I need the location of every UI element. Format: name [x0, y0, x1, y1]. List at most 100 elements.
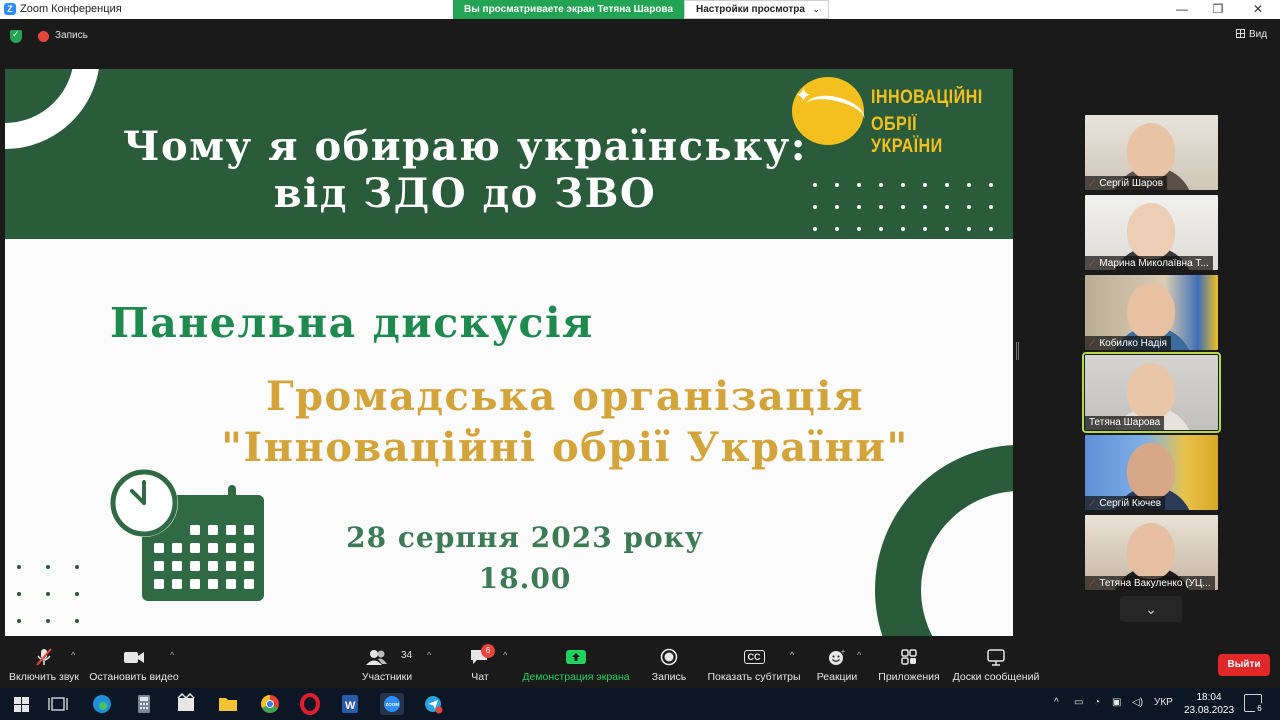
reactions-options-chevron-icon[interactable]: ^: [857, 650, 861, 660]
whiteboards-label: Доски сообщений: [952, 671, 1040, 683]
calendar-cell: [172, 579, 182, 589]
participant-name: Марина Миколаївна Т...: [1099, 258, 1209, 269]
organization-name: Громадська організація "Інноваційні обрі…: [180, 371, 950, 473]
video-editor-icon[interactable]: [174, 692, 198, 715]
unmute-button[interactable]: Включить звук: [4, 638, 84, 688]
apps-label: Приложения: [878, 671, 940, 683]
telegram-icon[interactable]: [422, 693, 446, 715]
stop-video-label: Остановить видео: [89, 671, 179, 683]
participant-tile[interactable]: ⟋ Марина Миколаївна Т...: [1085, 195, 1218, 270]
file-explorer-icon[interactable]: [216, 693, 240, 715]
tray-overflow-chevron-icon[interactable]: ^: [1054, 697, 1059, 708]
participant-video-face: [1127, 203, 1175, 259]
leave-meeting-button[interactable]: Выйти: [1218, 654, 1270, 676]
volume-icon[interactable]: ◁): [1132, 697, 1143, 708]
decorative-dot: [967, 183, 971, 187]
minimize-icon[interactable]: —: [1164, 0, 1200, 19]
organization-line1: Громадська організація: [265, 373, 865, 420]
audio-options-chevron-icon[interactable]: ^: [71, 650, 75, 660]
calendar-cell: [244, 561, 254, 571]
edge-browser-icon[interactable]: [90, 693, 114, 715]
window-title: Zoom Конференция: [20, 3, 122, 15]
calendar-cell: [226, 579, 236, 589]
wifi-icon[interactable]: ◔: [1094, 697, 1100, 708]
logo-text-line2: ОБРІЇ УКРАЇНИ: [871, 114, 943, 157]
restore-icon[interactable]: ❐: [1200, 0, 1236, 19]
video-options-chevron-icon[interactable]: ^: [170, 650, 174, 660]
opera-browser-icon[interactable]: [298, 693, 322, 715]
slide-subtitle: Панельна дискусія: [110, 299, 594, 347]
decorative-dot: [945, 183, 949, 187]
decorative-dot: [989, 183, 993, 187]
participant-name: Кобилко Надія: [1099, 338, 1167, 349]
calendar-cell: [226, 561, 236, 571]
record-indicator-label: Запись: [55, 30, 88, 41]
security-shield-icon[interactable]: [10, 29, 22, 43]
view-settings-dropdown[interactable]: Настройки просмотра ⌄: [684, 0, 829, 19]
participant-tile[interactable]: ⟋ Кобилко Надія: [1085, 275, 1218, 350]
mic-muted-icon: ⟋: [1089, 498, 1096, 508]
slide-title-line2: від ЗДО до ЗВО: [273, 170, 657, 217]
decorative-dot: [879, 227, 883, 231]
reactions-button[interactable]: + Реакции: [812, 638, 862, 688]
decorative-dot: [813, 183, 817, 187]
participant-tile[interactable]: ⟋ Сергій Шаров: [1085, 115, 1218, 190]
taskbar-clock[interactable]: 18:04 23.08.2023: [1184, 691, 1234, 717]
decorative-dot: [857, 183, 861, 187]
participants-button[interactable]: Участники: [352, 638, 422, 688]
share-screen-button[interactable]: Демонстрация экрана: [520, 638, 632, 688]
decorative-dot: [923, 205, 927, 209]
decorative-dot: [989, 205, 993, 209]
participant-video-face: [1127, 363, 1175, 419]
record-label: Запись: [651, 671, 687, 683]
chat-options-chevron-icon[interactable]: ^: [503, 650, 507, 660]
chrome-browser-icon[interactable]: [258, 693, 282, 715]
notifications-count: 6: [1254, 703, 1265, 714]
mic-off-icon: [33, 648, 55, 666]
chat-button[interactable]: Чат: [455, 638, 505, 688]
zoom-taskbar-icon[interactable]: ZOOM: [380, 693, 404, 715]
windows-start-icon[interactable]: [10, 693, 34, 715]
record-button[interactable]: Запись: [642, 638, 696, 688]
calendar-cell: [208, 525, 218, 535]
decorative-dot: [75, 592, 79, 596]
task-view-icon[interactable]: [46, 693, 70, 715]
participant-tile[interactable]: ⟋ Сергій Кючев: [1085, 435, 1218, 510]
whiteboards-button[interactable]: Доски сообщений: [950, 638, 1042, 688]
apps-button[interactable]: Приложения: [874, 638, 944, 688]
participant-name-label: ⟋ Тетяна Вакуленко (УЦ...: [1085, 576, 1215, 590]
decorative-dot: [901, 227, 905, 231]
view-layout-button[interactable]: Вид: [1236, 29, 1267, 40]
decorative-dot: [945, 227, 949, 231]
captions-options-chevron-icon[interactable]: ^: [790, 650, 794, 660]
close-icon[interactable]: ✕: [1240, 0, 1276, 19]
calendar-cell: [172, 561, 182, 571]
decorative-dot: [967, 227, 971, 231]
scroll-down-button[interactable]: ⌄: [1120, 596, 1182, 622]
calendar-cell: [154, 543, 164, 553]
meeting-top-strip: Запись Вид: [0, 19, 1280, 51]
clock-time: 18:04: [1196, 692, 1222, 703]
participants-options-chevron-icon[interactable]: ^: [427, 650, 431, 660]
language-indicator[interactable]: УКР: [1154, 697, 1173, 708]
logo-text-line1: ІННОВАЦІЙНІ: [871, 87, 983, 108]
closed-captions-icon: CC: [743, 648, 765, 666]
participant-tile[interactable]: ⟋ Тетяна Вакуленко (УЦ...: [1085, 515, 1218, 590]
participants-label: Участники: [361, 671, 413, 683]
show-captions-button[interactable]: CC Показать субтитры: [706, 638, 802, 688]
participant-name-label: ⟋ Кобилко Надія: [1085, 336, 1171, 350]
show-captions-label: Показать субтитры: [707, 671, 801, 683]
network-device-icon[interactable]: ▭: [1074, 697, 1083, 708]
svg-text:ZOOM: ZOOM: [386, 702, 400, 707]
calculator-icon[interactable]: [132, 693, 156, 715]
decorative-dot: [835, 183, 839, 187]
participants-icon: [365, 648, 388, 666]
panel-resize-handle[interactable]: [1016, 342, 1019, 360]
participant-tile[interactable]: Тетяна Шарова: [1082, 352, 1221, 433]
stop-video-button[interactable]: Остановить видео: [88, 638, 180, 688]
word-app-icon[interactable]: W: [338, 693, 362, 715]
participants-count: 34: [401, 650, 413, 661]
share-screen-label: Демонстрация экрана: [522, 671, 630, 683]
battery-icon[interactable]: ▣: [1112, 697, 1121, 708]
shared-screen-slide: Чому я обираю українську: від ЗДО до ЗВО…: [5, 69, 1013, 636]
